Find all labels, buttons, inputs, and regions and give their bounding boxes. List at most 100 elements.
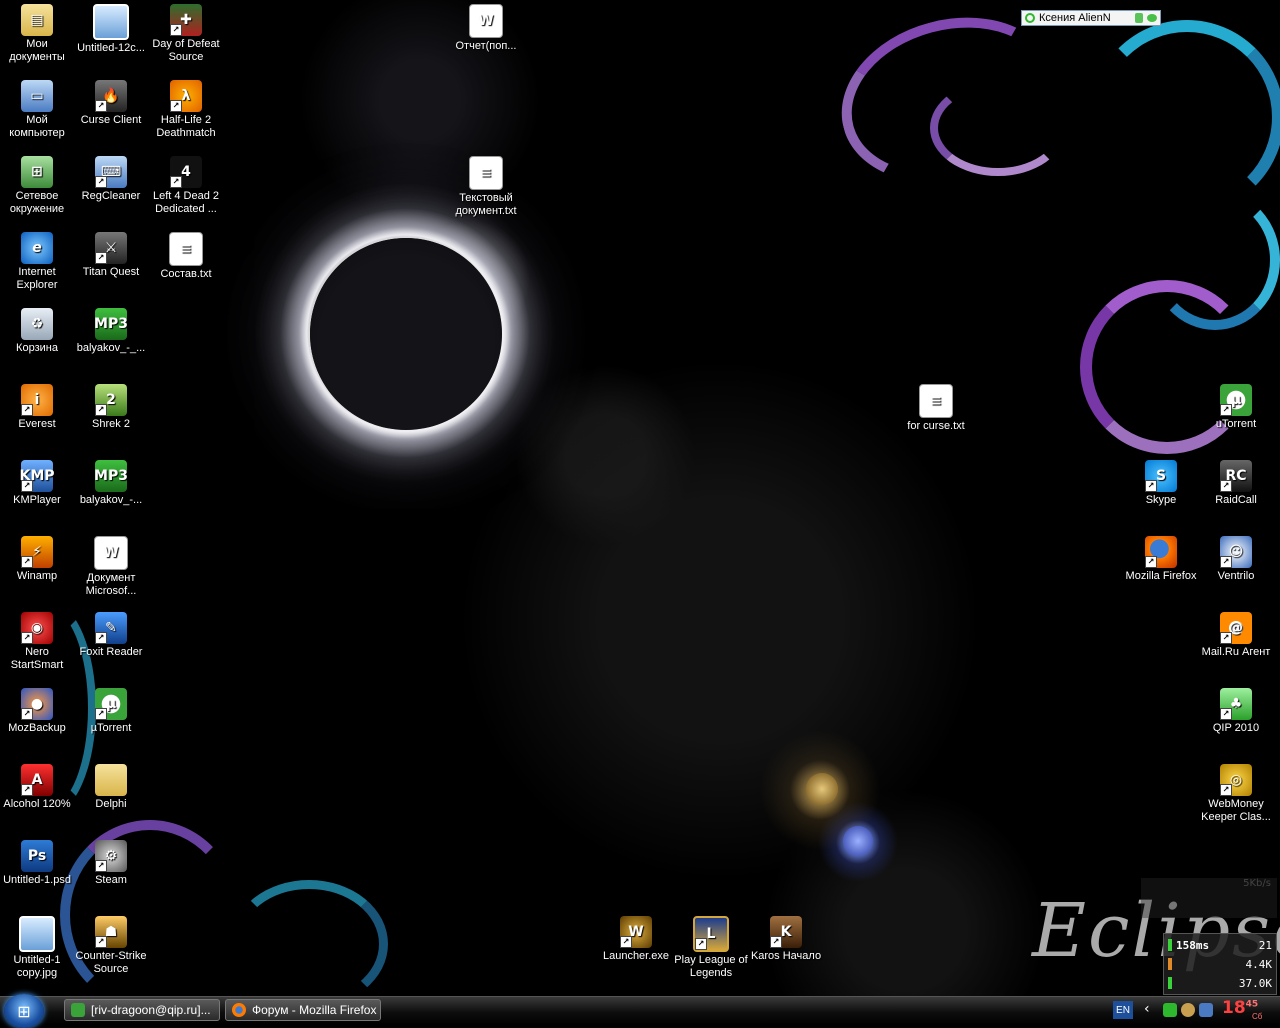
utorrent-icon: µ ↗ bbox=[1220, 384, 1252, 416]
titan-quest-icon: ⚔ ↗ bbox=[95, 232, 127, 264]
phone-icon[interactable] bbox=[1135, 13, 1143, 23]
ventrilo-icon: ☺ ↗ bbox=[1220, 536, 1252, 568]
download-rate: 4.4K bbox=[1245, 957, 1273, 971]
desktop-icon-day-of-defeat[interactable]: ✚ ↗ Day of Defeat Source bbox=[149, 4, 223, 64]
desktop-icon-otchet[interactable]: W Отчет(поп... bbox=[449, 4, 523, 53]
image-file-icon bbox=[93, 4, 129, 40]
desktop-icon-kmplayer[interactable]: KMP ↗ KMPlayer bbox=[0, 460, 74, 507]
language-indicator[interactable]: EN bbox=[1113, 1001, 1133, 1019]
skype-icon: S ↗ bbox=[1145, 460, 1177, 492]
winamp-icon: ⚡ ↗ bbox=[21, 536, 53, 568]
contact-widget[interactable]: Ксения AlienN bbox=[1021, 10, 1161, 26]
desktop-icon-curse-client[interactable]: 🔥 ↗ Curse Client bbox=[74, 80, 148, 127]
desktop-icon-shrek-2[interactable]: 2 ↗ Shrek 2 bbox=[74, 384, 148, 431]
lol-icon: L ↗ bbox=[693, 916, 729, 952]
desktop-icon-firefox[interactable]: ↗ Mozilla Firefox bbox=[1124, 536, 1198, 583]
wow-launcher-icon: W ↗ bbox=[620, 916, 652, 948]
mp3-file-icon: MP3 bbox=[94, 460, 128, 492]
desktop-icon-steam[interactable]: ⚙ ↗ Steam bbox=[74, 840, 148, 887]
desktop-icon-my-computer[interactable]: ▭ Мой компьютер bbox=[0, 80, 74, 140]
desktop-icon-nero[interactable]: ◉ ↗ Nero StartSmart bbox=[0, 612, 74, 672]
desktop-icon-half-life-2[interactable]: λ ↗ Half-Life 2 Deathmatch bbox=[149, 80, 223, 140]
online-status-icon bbox=[1025, 13, 1035, 23]
desktop-icon-text-document[interactable]: ≡ Текстовый документ.txt bbox=[449, 156, 523, 218]
windows-logo-icon: ⊞ bbox=[17, 1001, 31, 1021]
desktop-icon-karos[interactable]: K ↗ Karos Начало bbox=[749, 916, 823, 963]
ping-value: 158ms bbox=[1176, 938, 1210, 952]
clock-day: Сб bbox=[1252, 1012, 1263, 1021]
taskbar-button-qip[interactable]: [riv-dragoon@qip.ru]... bbox=[64, 999, 220, 1021]
desktop-icon-foxit-reader[interactable]: ✎ ↗ Foxit Reader bbox=[74, 612, 148, 659]
recycle-bin-icon: ♻ bbox=[21, 308, 53, 340]
mp3-file-icon: MP3 bbox=[94, 308, 128, 340]
desktop-icon-my-documents[interactable]: ▤ Мои документы bbox=[0, 4, 74, 64]
desktop-icon-for-curse-txt[interactable]: ≡ for curse.txt bbox=[899, 384, 973, 433]
desktop-icon-titan-quest[interactable]: ⚔ ↗ Titan Quest bbox=[74, 232, 148, 279]
word-doc-icon: W bbox=[469, 4, 503, 38]
desktop-icon-counter-strike[interactable]: ☗ ↗ Counter-Strike Source bbox=[74, 916, 148, 976]
shrek-icon: 2 ↗ bbox=[95, 384, 127, 416]
desktop-icon-qip-2010[interactable]: ♣ ↗ QIP 2010 bbox=[1199, 688, 1273, 735]
karos-icon: K ↗ bbox=[770, 916, 802, 948]
desktop-icon-webmoney[interactable]: ◎ ↗ WebMoney Keeper Clas... bbox=[1199, 764, 1273, 824]
network-tray-icon[interactable] bbox=[1199, 1003, 1213, 1017]
lens-flare bbox=[843, 826, 873, 856]
desktop-icon-mailru-agent[interactable]: @ ↗ Mail.Ru Агент bbox=[1199, 612, 1273, 659]
desktop-icon-alcohol[interactable]: A ↗ Alcohol 120% bbox=[0, 764, 74, 811]
eclipse-image bbox=[310, 238, 502, 430]
network-monitor-widget[interactable]: 158ms 21 4.4K 37.0K bbox=[1163, 933, 1277, 995]
desktop-icon-network[interactable]: ⊞ Сетевое окружение bbox=[0, 156, 74, 216]
upload-rate: 37.0K bbox=[1238, 976, 1272, 990]
folder-icon bbox=[95, 764, 127, 796]
floral-decoration bbox=[930, 80, 1066, 176]
raidcall-icon: RC ↗ bbox=[1220, 460, 1252, 492]
desktop-icon-untitled-psd[interactable]: Ps Untitled-1.psd bbox=[0, 840, 74, 887]
taskbar: ⊞ [riv-dragoon@qip.ru]... Форум - Mozill… bbox=[0, 994, 1280, 1028]
desktop-icon-mozbackup[interactable]: ● ↗ MozBackup bbox=[0, 688, 74, 735]
desktop-icon-delphi[interactable]: Delphi bbox=[74, 764, 148, 811]
desktop-icon-winamp[interactable]: ⚡ ↗ Winamp bbox=[0, 536, 74, 583]
regcleaner-icon: ⌨ ↗ bbox=[95, 156, 127, 188]
taskbar-button-firefox[interactable]: Форум - Mozilla Firefox bbox=[225, 999, 381, 1021]
text-file-icon: ≡ bbox=[169, 232, 203, 266]
desktop-icon-regcleaner[interactable]: ⌨ ↗ RegCleaner bbox=[74, 156, 148, 203]
tray-expand-icon[interactable]: ‹ bbox=[1144, 1001, 1150, 1017]
network-icon: ⊞ bbox=[21, 156, 53, 188]
start-button[interactable]: ⊞ bbox=[4, 994, 44, 1028]
desktop[interactable]: Eclipse ▤ Мои документы ▭ Мой компьютер … bbox=[0, 0, 1280, 996]
clock-minute: 45 bbox=[1245, 999, 1259, 1010]
desktop-icon-everest[interactable]: i ↗ Everest bbox=[0, 384, 74, 431]
counter-strike-icon: ☗ ↗ bbox=[95, 916, 127, 948]
desktop-icon-recycle-bin[interactable]: ♻ Корзина bbox=[0, 308, 74, 355]
l4d-icon: 4 ↗ bbox=[170, 156, 202, 188]
everest-icon: i ↗ bbox=[21, 384, 53, 416]
desktop-icon-internet-explorer[interactable]: e Internet Explorer bbox=[0, 232, 74, 292]
desktop-icon-raidcall[interactable]: RC ↗ RaidCall bbox=[1199, 460, 1273, 507]
qip-tray-icon[interactable] bbox=[1163, 1003, 1177, 1017]
utorrent-icon: µ ↗ bbox=[95, 688, 127, 720]
desktop-icon-wow-launcher[interactable]: W ↗ Launcher.exe bbox=[599, 916, 673, 963]
mailru-icon: @ ↗ bbox=[1220, 612, 1252, 644]
foxit-icon: ✎ ↗ bbox=[95, 612, 127, 644]
desktop-icon-balyakov-1[interactable]: MP3 balyakov_-_... bbox=[74, 308, 148, 355]
qip-icon: ♣ ↗ bbox=[1220, 688, 1252, 720]
desktop-icon-ventrilo[interactable]: ☺ ↗ Ventrilo bbox=[1199, 536, 1273, 583]
desktop-icon-league-of-legends[interactable]: L ↗ Play League of Legends bbox=[674, 916, 748, 980]
desktop-icon-balyakov-2[interactable]: MP3 balyakov_-... bbox=[74, 460, 148, 507]
desktop-icon-sostav-txt[interactable]: ≡ Состав.txt bbox=[149, 232, 223, 281]
tray-icon[interactable] bbox=[1181, 1003, 1195, 1017]
desktop-icon-utorrent[interactable]: µ ↗ uTorrent bbox=[1199, 384, 1273, 431]
lens-flare bbox=[806, 773, 838, 805]
desktop-icon-skype[interactable]: S ↗ Skype bbox=[1124, 460, 1198, 507]
desktop-icon-untitled-jpg[interactable]: Untitled-1 copy.jpg bbox=[0, 916, 74, 980]
clock-hour: 18 bbox=[1222, 998, 1246, 1018]
eye-icon[interactable] bbox=[1147, 14, 1157, 22]
desktop-icon-untitled-12c[interactable]: Untitled-12c... bbox=[74, 4, 148, 55]
net-monitor-ghost: 5Kb/s bbox=[1141, 878, 1277, 918]
desktop-icon-left-4-dead-2[interactable]: 4 ↗ Left 4 Dead 2 Dedicated ... bbox=[149, 156, 223, 216]
qip-chat-icon bbox=[71, 1003, 85, 1017]
word-doc-icon: W bbox=[94, 536, 128, 570]
contact-name: Ксения AlienN bbox=[1039, 12, 1111, 24]
desktop-icon-mutorrent[interactable]: µ ↗ µTorrent bbox=[74, 688, 148, 735]
desktop-icon-word-document[interactable]: W Документ Microsof... bbox=[74, 536, 148, 598]
